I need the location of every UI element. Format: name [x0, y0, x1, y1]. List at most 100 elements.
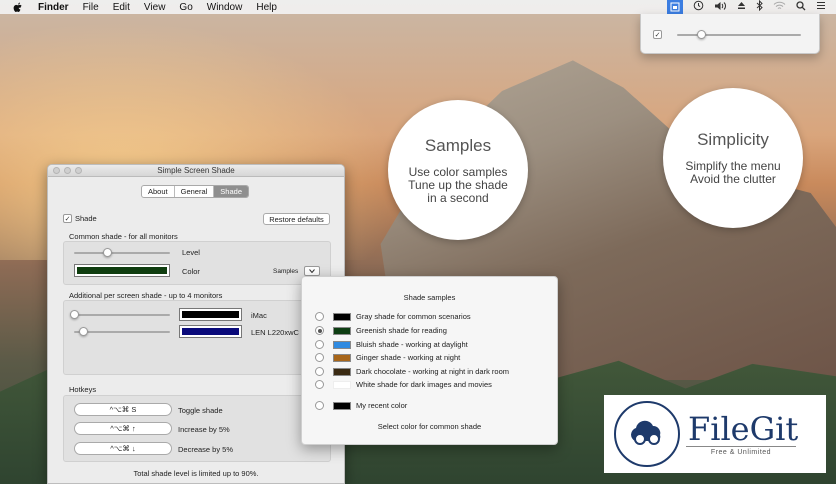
filegit-badge: FileGit Free & Unlimited — [604, 395, 826, 473]
tab-shade[interactable]: Shade — [214, 186, 248, 197]
level-slider-knob[interactable] — [103, 248, 113, 257]
shade-menu-slider-track[interactable] — [677, 34, 801, 36]
sample-label: Gray shade for common scenarios — [356, 312, 471, 321]
toggle-shade-hotkey-label: Toggle shade — [178, 406, 223, 415]
monitor-1-slider-track[interactable] — [74, 314, 170, 316]
shade-toggle-checkbox[interactable]: ✓ — [653, 30, 662, 39]
filegit-logo-icon — [614, 401, 680, 467]
window-titlebar: Simple Screen Shade — [48, 165, 344, 177]
shade-checkbox-label: Shade — [75, 214, 97, 223]
menu-file[interactable]: File — [83, 2, 99, 13]
time-machine-icon[interactable] — [693, 0, 704, 14]
increase-hotkey-label: Increase by 5% — [178, 425, 230, 434]
shade-status-icon[interactable] — [667, 0, 683, 14]
shade-checkbox[interactable]: ✓ — [63, 214, 72, 223]
sample-row-gray[interactable]: Gray shade for common scenarios — [315, 312, 471, 321]
tab-about[interactable]: About — [142, 186, 175, 197]
sample-label: Greenish shade for reading — [356, 326, 447, 335]
samples-label: Samples — [273, 268, 299, 275]
menu-view[interactable]: View — [144, 2, 166, 13]
sample-color-chip — [333, 380, 351, 389]
sample-radio[interactable] — [315, 340, 324, 349]
menu-bar: Finder File Edit View Go Window Help — [0, 0, 836, 14]
menu-help[interactable]: Help — [256, 2, 277, 13]
volume-icon[interactable] — [714, 1, 727, 14]
hotkeys-heading: Hotkeys — [69, 385, 97, 394]
filegit-name: FileGit — [688, 410, 799, 448]
monitor-1-name: iMac — [251, 311, 267, 320]
restore-defaults-button[interactable]: Restore defaults — [263, 213, 330, 225]
sample-radio[interactable] — [315, 353, 324, 362]
menu-window[interactable]: Window — [207, 2, 243, 13]
eject-icon[interactable] — [737, 1, 746, 13]
menu-edit[interactable]: Edit — [113, 2, 130, 13]
sample-radio[interactable] — [315, 380, 324, 389]
sample-color-chip — [333, 367, 351, 376]
sample-label: Bluish shade - working at daylight — [356, 340, 468, 349]
monitor-2-color-well[interactable] — [179, 325, 242, 338]
monitor-2-name: LEN L220xwC — [251, 328, 299, 337]
sample-row-dark-chocolate[interactable]: Dark chocolate - working at night in dar… — [315, 367, 509, 376]
common-color-fill — [77, 267, 167, 274]
sample-label: White shade for dark images and movies — [356, 380, 492, 389]
sample-row-ginger[interactable]: Ginger shade - working at night — [315, 353, 460, 362]
status-area — [667, 0, 826, 14]
common-shade-heading: Common shade - for all monitors — [69, 232, 178, 241]
monitor-2-slider-track[interactable] — [74, 331, 170, 333]
monitor-2-slider-knob[interactable] — [79, 327, 89, 336]
monitor-2-color-fill — [182, 328, 239, 335]
tab-bar: About General Shade — [141, 185, 249, 198]
bluetooth-icon[interactable] — [756, 0, 763, 14]
level-label: Level — [182, 248, 200, 257]
simplicity-bubble-line-2: Avoid the clutter — [690, 172, 776, 186]
sample-color-chip — [333, 312, 351, 321]
sample-row-bluish[interactable]: Bluish shade - working at daylight — [315, 340, 468, 349]
shade-limit-note: Total shade level is limited up to 90%. — [133, 469, 259, 478]
toggle-shade-hotkey-field[interactable]: ^⌥⌘ S — [74, 403, 172, 416]
sample-label: Ginger shade - working at night — [356, 353, 461, 362]
apple-icon[interactable] — [12, 1, 24, 13]
sample-color-chip — [333, 401, 351, 410]
samples-bubble-title: Samples — [424, 135, 492, 155]
sample-radio[interactable] — [315, 326, 324, 335]
sample-color-chip — [333, 326, 351, 335]
sample-row-white[interactable]: White shade for dark images and movies — [315, 380, 492, 389]
sample-radio[interactable] — [315, 312, 324, 321]
sample-label: My recent color — [356, 401, 408, 410]
decrease-hotkey-field[interactable]: ^⌥⌘ ↓ — [74, 442, 172, 455]
decrease-hotkey-label: Decrease by 5% — [178, 445, 234, 454]
sample-color-chip — [333, 340, 351, 349]
tab-general[interactable]: General — [175, 186, 215, 197]
level-slider-track[interactable] — [74, 252, 170, 254]
wifi-icon[interactable] — [773, 1, 786, 14]
chevron-down-icon — [309, 269, 315, 273]
common-color-well[interactable] — [74, 264, 170, 277]
shade-menu-slider-knob[interactable] — [697, 30, 707, 39]
sample-label: Dark chocolate - working at night in dar… — [356, 367, 509, 376]
sample-radio[interactable] — [315, 367, 324, 376]
shade-menu-dropdown: ✓ — [640, 14, 820, 54]
per-screen-group: iMac LEN L220xwC — [63, 300, 331, 375]
sample-row-recent[interactable]: My recent color — [315, 401, 407, 410]
sample-color-chip — [333, 353, 351, 362]
sample-row-greenish[interactable]: Greenish shade for reading — [315, 326, 447, 335]
common-shade-group: Level Color Samples — [63, 241, 331, 285]
samples-bubble-line-2: Tune up the shade — [408, 177, 508, 192]
list-icon[interactable] — [816, 1, 826, 13]
monitor-1-color-fill — [182, 311, 239, 318]
search-icon[interactable] — [796, 0, 806, 14]
shade-samples-popover: Shade samples Gray shade for common scen… — [301, 276, 558, 445]
samples-bubble-line-3: in a second — [427, 190, 489, 205]
samples-dropdown-button[interactable] — [304, 266, 320, 276]
simplicity-bubble-title: Simplicity — [697, 130, 769, 149]
monitor-1-slider-knob[interactable] — [69, 310, 79, 319]
color-label: Color — [182, 267, 200, 276]
menu-app-name[interactable]: Finder — [38, 2, 69, 13]
window-title: Simple Screen Shade — [157, 166, 235, 175]
per-screen-heading: Additional per screen shade - up to 4 mo… — [69, 291, 223, 300]
monitor-1-color-well[interactable] — [179, 308, 242, 321]
menu-go[interactable]: Go — [179, 2, 192, 13]
hotkeys-group: ^⌥⌘ S Toggle shade ^⌥⌘ ↑ Increase by 5% … — [63, 395, 331, 462]
increase-hotkey-field[interactable]: ^⌥⌘ ↑ — [74, 422, 172, 435]
sample-radio[interactable] — [315, 401, 324, 410]
